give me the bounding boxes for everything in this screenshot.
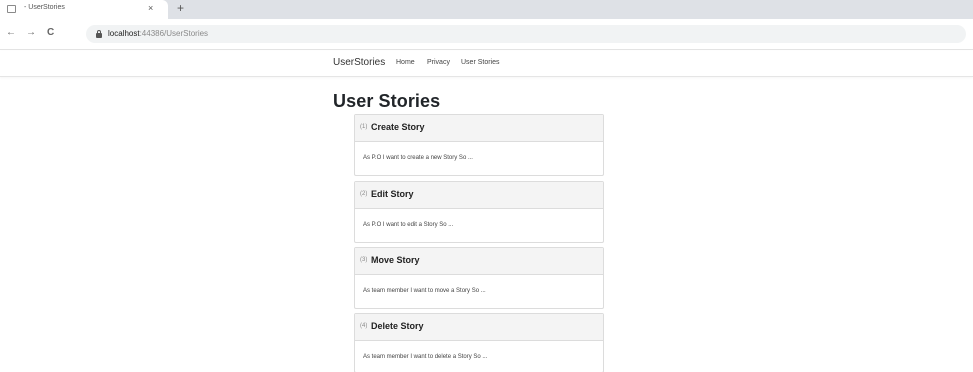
card-header: (1) Create Story [355, 115, 603, 142]
story-text: As team member I want to move a Story So… [363, 288, 486, 294]
card-body: As team member I want to delete a Story … [355, 341, 603, 372]
browser-toolbar: ← → C localhost:44386/UserStories [0, 19, 973, 50]
story-text: As P.O I want to edit a Story So ... [363, 222, 454, 228]
story-card: (3) Move Story As team member I want to … [354, 247, 604, 309]
browser-tab[interactable]: - UserStories × [0, 0, 168, 19]
story-number: (2) [360, 191, 368, 197]
card-body: As P.O I want to edit a Story So ... [355, 209, 603, 242]
card-header: (3) Move Story [355, 248, 603, 275]
forward-arrow-icon[interactable]: → [26, 27, 36, 39]
back-arrow-icon[interactable]: ← [6, 27, 16, 39]
story-card: (1) Create Story As P.O I want to create… [354, 114, 604, 176]
url-path: :44386/UserStories [139, 29, 209, 38]
story-title: Move Story [371, 255, 420, 265]
nav-link-privacy[interactable]: Privacy [427, 59, 450, 66]
story-title: Delete Story [371, 321, 424, 331]
card-body: As team member I want to move a Story So… [355, 275, 603, 308]
page-title: User Stories [333, 91, 441, 111]
lock-icon [96, 30, 102, 38]
url-host: localhost [108, 29, 140, 38]
url-text[interactable]: localhost:44386/UserStories [108, 29, 208, 38]
page-icon [7, 5, 16, 13]
card-header: (4) Delete Story [355, 314, 603, 341]
nav-link-home[interactable]: Home [396, 59, 415, 66]
story-title: Create Story [371, 122, 425, 132]
story-card: (4) Delete Story As team member I want t… [354, 313, 604, 372]
navbar-brand[interactable]: UserStories [333, 57, 385, 68]
nav-link-user-stories[interactable]: User Stories [461, 59, 500, 66]
card-body: As P.O I want to create a new Story So .… [355, 142, 603, 175]
reload-icon[interactable]: C [47, 27, 54, 39]
story-title: Edit Story [371, 189, 414, 199]
story-card: (2) Edit Story As P.O I want to edit a S… [354, 181, 604, 243]
browser-tab-strip: - UserStories × + [0, 0, 973, 19]
new-tab-icon[interactable]: + [177, 1, 184, 15]
story-number: (3) [360, 257, 368, 263]
story-text: As P.O I want to create a new Story So .… [363, 155, 473, 161]
tab-title: - UserStories [24, 4, 65, 11]
story-text: As team member I want to delete a Story … [363, 354, 488, 360]
story-number: (1) [360, 124, 368, 130]
app-navbar: UserStories Home Privacy User Stories [0, 51, 973, 77]
card-header: (2) Edit Story [355, 182, 603, 209]
story-number: (4) [360, 323, 368, 329]
close-icon[interactable]: × [148, 3, 153, 13]
address-bar[interactable]: localhost:44386/UserStories [86, 25, 966, 43]
